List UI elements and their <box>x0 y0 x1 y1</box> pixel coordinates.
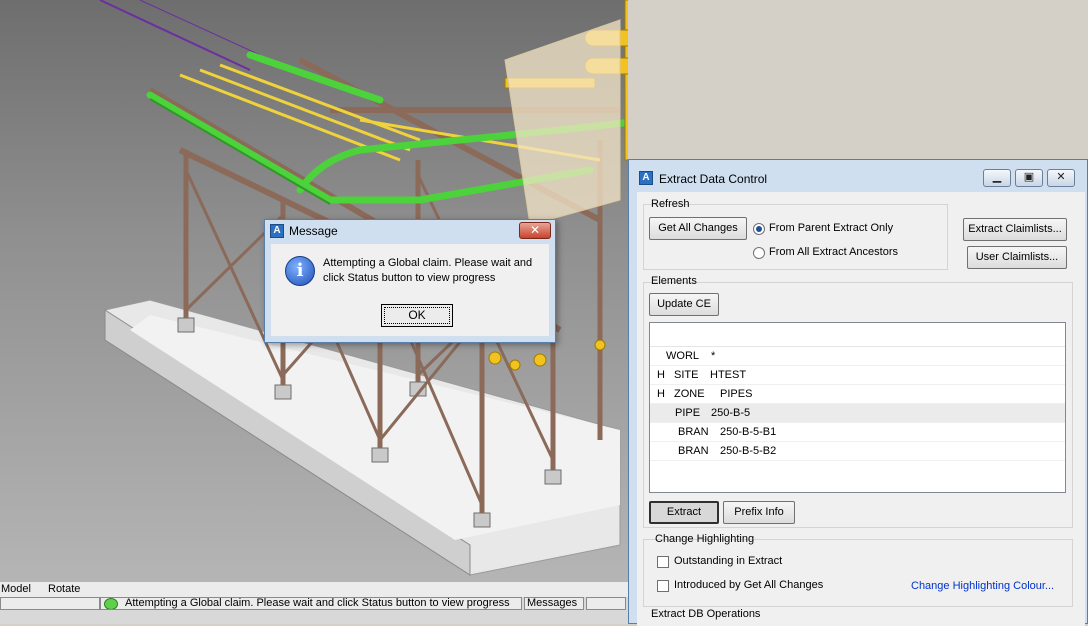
change-highlighting-group <box>643 539 1073 607</box>
row-name: PIPES <box>720 388 753 400</box>
status-bar: Attempting a Global claim. Please wait a… <box>0 597 628 610</box>
refresh-group-label: Refresh <box>651 198 690 210</box>
row-type: WORL <box>666 350 699 362</box>
status-message-cell: Attempting a Global claim. Please wait a… <box>100 597 522 610</box>
message-dialog-titlebar[interactable]: A Message ✕ <box>265 220 555 242</box>
update-ce-button[interactable]: Update CE <box>649 293 719 316</box>
status-cell-empty <box>0 597 100 610</box>
status-mode: Model <box>1 583 31 595</box>
minimize-icon[interactable]: ▁ <box>983 169 1011 187</box>
status-bottom-strip <box>0 610 628 624</box>
from-all-label: From All Extract Ancestors <box>769 246 898 258</box>
row-type: ZONE <box>674 388 705 400</box>
close-icon[interactable]: ✕ <box>1047 169 1075 187</box>
prefix-info-button[interactable]: Prefix Info <box>723 501 795 524</box>
from-parent-radio[interactable] <box>753 223 765 235</box>
row-name: * <box>711 350 716 362</box>
message-dialog-body: i Attempting a Global claim. Please wait… <box>271 244 549 336</box>
db-operations-label: Extract DB Operations <box>651 608 761 620</box>
extract-data-control-panel: A Extract Data Control ▁ ▣ ✕ Refresh Get… <box>628 159 1088 626</box>
app-logo-icon: A <box>639 171 653 185</box>
panel-title: Extract Data Control <box>659 172 768 186</box>
from-all-radio[interactable] <box>753 247 765 259</box>
messages-button[interactable]: Messages <box>524 597 584 610</box>
row-name: 250-B-5-B1 <box>720 426 777 438</box>
row-name: 250-B-5 <box>711 407 751 419</box>
status-action: Rotate <box>48 583 81 595</box>
user-claimlists-button[interactable]: User Claimlists... <box>967 246 1067 269</box>
list-item[interactable]: H SITE HTEST <box>650 366 1065 385</box>
outstanding-checkbox[interactable] <box>657 556 669 568</box>
status-ok-icon <box>104 598 118 609</box>
row-name: HTEST <box>710 369 747 381</box>
row-type: SITE <box>674 369 699 381</box>
info-icon: i <box>285 256 315 286</box>
status-message: Attempting a Global claim. Please wait a… <box>125 597 510 609</box>
row-type: PIPE <box>675 407 701 419</box>
change-highlighting-colour-link[interactable]: Change Highlighting Colour... <box>911 580 1054 592</box>
elements-list-header <box>650 323 1065 347</box>
outstanding-label: Outstanding in Extract <box>674 555 783 567</box>
list-item[interactable]: BRAN 250-B-5-B1 <box>650 423 1065 442</box>
message-text: Attempting a Global claim. Please wait a… <box>323 257 533 284</box>
elements-list[interactable]: WORL * H SITE HTEST H ZONE PIPES PIPE 250-B-5 BRAN… <box>649 322 1066 493</box>
panel-titlebar[interactable]: A Extract Data Control ▁ ▣ ✕ <box>629 160 1087 196</box>
row-type: BRAN <box>678 426 709 438</box>
status-cell-extra <box>586 597 626 610</box>
elements-group-label: Elements <box>651 275 697 287</box>
list-item[interactable]: WORL * <box>650 347 1065 366</box>
extract-button[interactable]: Extract <box>649 501 719 524</box>
from-parent-label: From Parent Extract Only <box>769 222 894 234</box>
panel-body: Refresh Get All Changes From Parent Extr… <box>637 192 1085 626</box>
introduced-label: Introduced by Get All Changes <box>674 579 824 591</box>
row-type: BRAN <box>678 445 709 457</box>
get-all-changes-button[interactable]: Get All Changes <box>649 217 747 240</box>
row-name: 250-B-5-B2 <box>720 445 777 457</box>
restore-icon[interactable]: ▣ <box>1015 169 1043 187</box>
list-item[interactable]: BRAN 250-B-5-B2 <box>650 442 1065 461</box>
list-item[interactable]: H ZONE PIPES <box>650 385 1065 404</box>
message-dialog-title: Message <box>289 224 338 238</box>
list-item[interactable]: PIPE 250-B-5 <box>650 404 1065 423</box>
ok-button[interactable]: OK <box>381 304 453 327</box>
status-mode-bar: Model Rotate <box>0 582 628 597</box>
close-icon[interactable]: ✕ <box>519 222 551 239</box>
row-flag: H <box>657 388 665 400</box>
message-dialog: A Message ✕ i Attempting a Global claim.… <box>264 219 556 343</box>
app-logo-icon: A <box>270 224 284 238</box>
row-flag: H <box>657 369 665 381</box>
introduced-checkbox[interactable] <box>657 580 669 592</box>
change-highlighting-label: Change Highlighting <box>655 533 755 545</box>
extract-claimlists-button[interactable]: Extract Claimlists... <box>963 218 1067 241</box>
